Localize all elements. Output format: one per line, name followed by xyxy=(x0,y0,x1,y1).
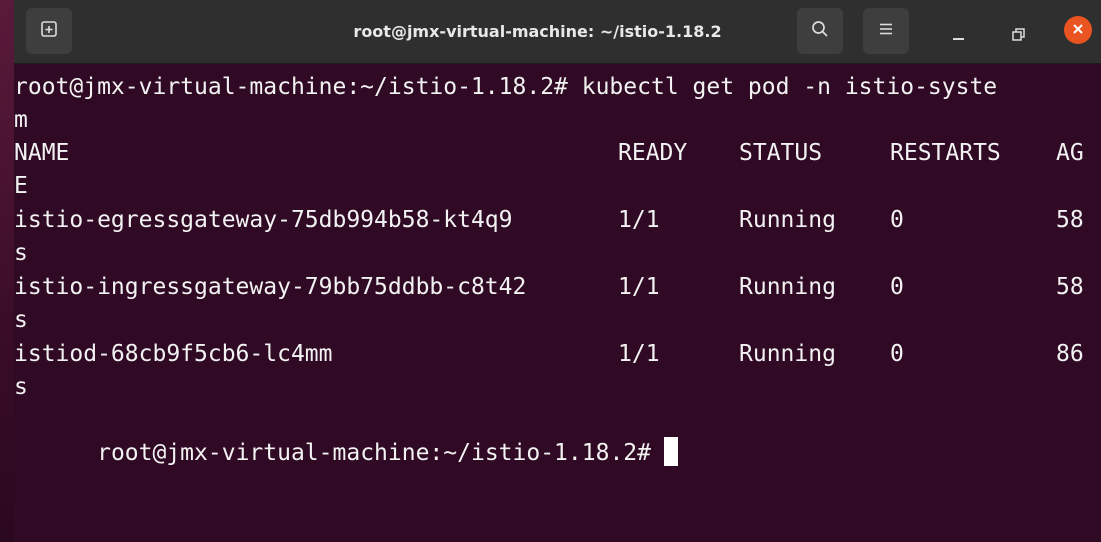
desktop-background-strip xyxy=(0,0,14,542)
new-tab-icon xyxy=(40,20,58,42)
table-row: istiod-68cb9f5cb6-lc4mm 1/1 Running 0 86 xyxy=(14,338,1101,371)
search-button[interactable] xyxy=(797,8,843,54)
pod-ready: 1/1 xyxy=(618,207,660,233)
header-ready: READY xyxy=(618,140,688,166)
pod-name: istiod-68cb9f5cb6-lc4mm xyxy=(14,341,333,367)
pod-age-wrap: s xyxy=(14,240,28,266)
shell-prompt: root@jmx-virtual-machine:~/istio-1.18.2# xyxy=(97,440,651,466)
pod-status: Running xyxy=(739,274,836,300)
table-row: istio-ingressgateway-79bb75ddbb-c8t42 1/… xyxy=(14,271,1101,304)
terminal-output[interactable]: root@jmx-virtual-machine:~/istio-1.18.2#… xyxy=(14,64,1101,542)
pod-name: istio-egressgateway-75db994b58-kt4q9 xyxy=(14,207,513,233)
window-title-text: root@jmx-virtual-machine: ~/istio-1.18.2 xyxy=(353,22,722,41)
pod-age-wrap: s xyxy=(14,307,28,333)
header-name: NAME xyxy=(14,140,70,166)
close-button[interactable] xyxy=(1064,16,1092,44)
title-bar[interactable]: root@jmx-virtual-machine: ~/istio-1.18.2 xyxy=(14,0,1101,64)
pod-ready: 1/1 xyxy=(618,274,660,300)
table-row: istio-egressgateway-75db994b58-kt4q9 1/1… xyxy=(14,204,1101,237)
close-icon xyxy=(1071,21,1085,40)
text-cursor xyxy=(663,437,678,466)
table-header: NAME READY STATUS RESTARTS AG xyxy=(14,137,1101,170)
pod-restarts: 0 xyxy=(890,274,904,300)
restore-icon xyxy=(1008,28,1028,48)
pod-restarts: 0 xyxy=(890,207,904,233)
pod-name: istio-ingressgateway-79bb75ddbb-c8t42 xyxy=(14,274,527,300)
header-age: AG xyxy=(1056,140,1084,166)
header-age-wrap: E xyxy=(14,173,28,199)
hamburger-menu-icon xyxy=(877,21,895,41)
terminal-window: root@jmx-virtual-machine: ~/istio-1.18.2 xyxy=(0,0,1101,542)
pod-age: 86 xyxy=(1056,341,1084,367)
pod-status: Running xyxy=(739,207,836,233)
menu-button[interactable] xyxy=(863,8,909,54)
window-title: root@jmx-virtual-machine: ~/istio-1.18.2 xyxy=(14,0,1101,63)
pod-age-wrap: s xyxy=(14,374,28,400)
header-restarts: RESTARTS xyxy=(890,140,1001,166)
pod-ready: 1/1 xyxy=(618,341,660,367)
pod-restarts: 0 xyxy=(890,341,904,367)
pod-age: 58 xyxy=(1056,207,1084,233)
pod-age: 58 xyxy=(1056,274,1084,300)
minimize-icon xyxy=(952,38,964,40)
header-status: STATUS xyxy=(739,140,823,166)
restore-button[interactable] xyxy=(1008,24,1028,44)
command-wrap-line: m xyxy=(14,107,28,133)
pod-status: Running xyxy=(739,341,836,367)
minimize-button[interactable] xyxy=(944,24,972,44)
prompt-line[interactable]: root@jmx-virtual-machine:~/istio-1.18.2# xyxy=(14,404,678,466)
search-icon xyxy=(810,19,830,43)
new-tab-button[interactable] xyxy=(26,8,72,54)
command-line: root@jmx-virtual-machine:~/istio-1.18.2#… xyxy=(14,74,998,100)
